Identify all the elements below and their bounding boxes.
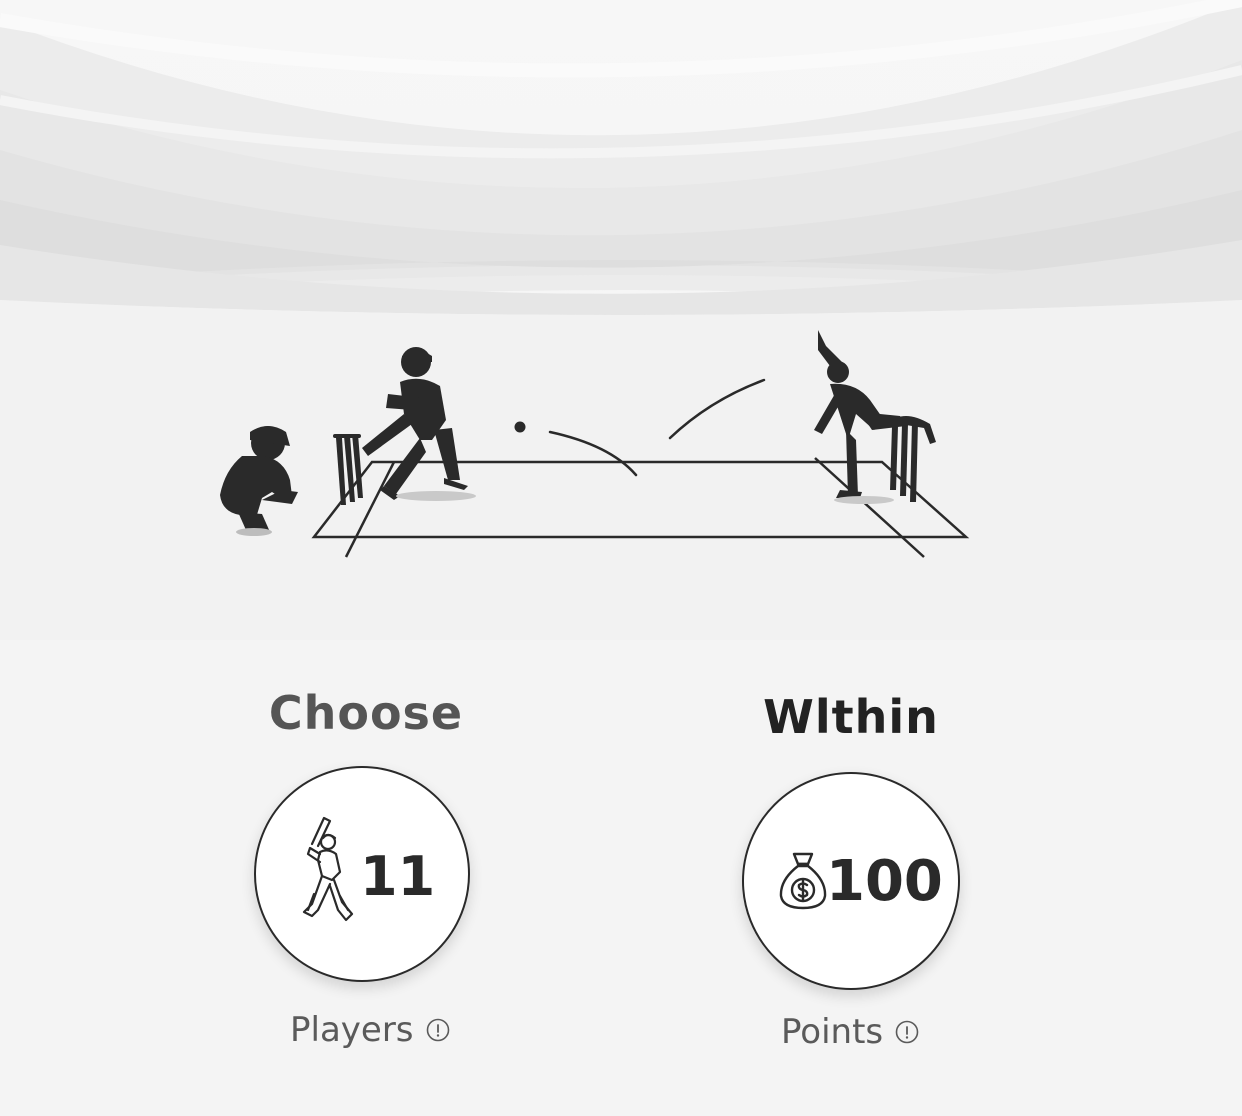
points-stat: Wlthin	[701, 694, 1001, 740]
points-count: 100	[826, 849, 943, 914]
players-caption: Players	[290, 1010, 450, 1050]
points-heading: Wlthin	[763, 690, 939, 744]
info-icon[interactable]	[895, 1020, 919, 1044]
info-icon[interactable]	[426, 1018, 450, 1042]
points-caption-label: Points	[781, 1012, 884, 1052]
players-heading: Choose	[268, 686, 464, 740]
players-circle[interactable]: 11	[254, 766, 470, 982]
players-stat: Choose	[216, 690, 516, 736]
hero-illustration	[0, 0, 1242, 640]
batsman-icon	[302, 816, 354, 922]
points-circle[interactable]: 100	[742, 772, 960, 990]
players-count: 11	[360, 845, 436, 908]
players-caption-label: Players	[290, 1010, 414, 1050]
points-caption: Points	[781, 1012, 919, 1052]
money-bag-icon	[779, 852, 827, 910]
